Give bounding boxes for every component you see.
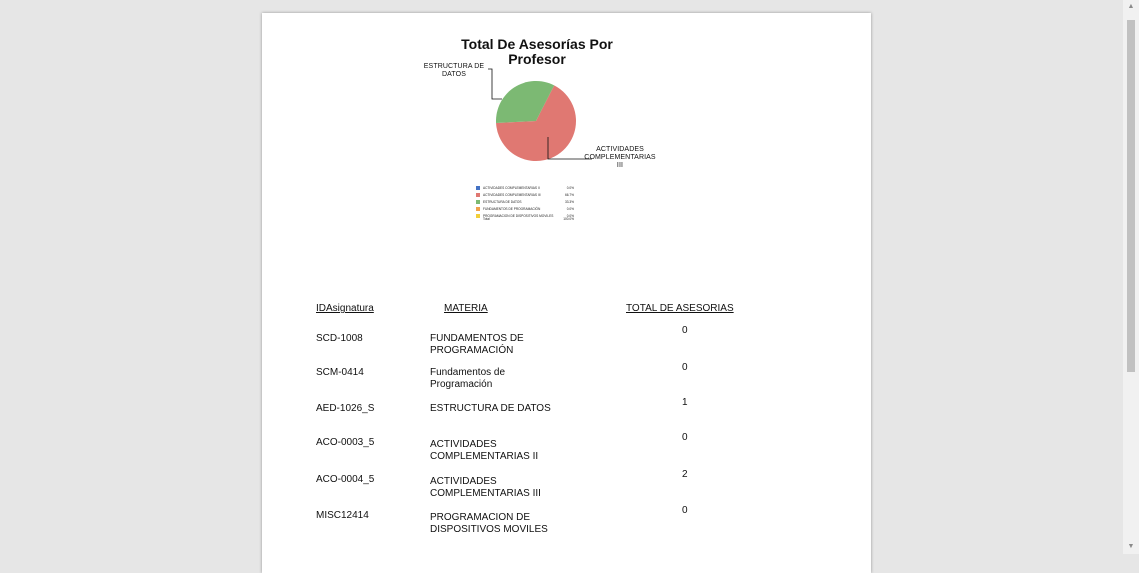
callout-estructura: ESTRUCTURA DE DATOS <box>420 63 488 79</box>
legend-total: Total 100.0% <box>476 217 582 223</box>
legend-label: ACTIVIDADES COMPLEMENTARIAS III <box>483 193 541 197</box>
scroll-down-arrow-icon[interactable]: ▼ <box>1123 540 1139 554</box>
cell-materia: FUNDAMENTOS DE PROGRAMACIÓN <box>430 333 560 357</box>
cell-idasignatura: MISC12414 <box>316 510 369 521</box>
cell-materia-line1: FUNDAMENTOS DE <box>430 333 524 344</box>
legend-percent: 33.3% <box>564 200 574 204</box>
cell-materia-line1: PROGRAMACION DE <box>430 512 531 523</box>
legend-label: ACTIVIDADES COMPLEMENTARIAS II <box>483 186 540 190</box>
callout-actividades-line3: III <box>616 162 624 169</box>
header-idasignatura: IDAsignatura <box>316 303 374 314</box>
cell-idasignatura: AED-1026_S <box>316 403 375 414</box>
callout-line-estructura <box>488 68 502 100</box>
cell-total: 0 <box>682 432 688 443</box>
cell-total: 1 <box>682 397 688 408</box>
cell-materia-line2: PROGRAMACIÓN <box>430 345 514 356</box>
cell-materia-line2: COMPLEMENTARIAS II <box>430 451 539 462</box>
cell-materia-line1: Fundamentos de Programación <box>430 367 506 390</box>
cell-materia: ESTRUCTURA DE DATOS <box>430 403 560 415</box>
report-page: Total De Asesorías Por Profesor ESTRUCTU… <box>262 13 871 573</box>
cell-total: 2 <box>682 469 688 480</box>
legend-swatch <box>476 200 480 204</box>
legend-label: FUNDAMENTOS DE PROGRAMACIÓN <box>483 207 541 211</box>
cell-materia-line1: ESTRUCTURA DE DATOS <box>430 403 551 414</box>
pie-chart <box>488 68 592 161</box>
legend-percent: 0.0% <box>566 186 574 190</box>
legend-item: ESTRUCTURA DE DATOS 33.3% <box>476 199 582 206</box>
scrollbar-thumb[interactable] <box>1127 20 1135 372</box>
cell-total: 0 <box>682 362 688 373</box>
callout-actividades-line1: ACTIVIDADES <box>596 146 644 153</box>
cell-total: 0 <box>682 325 688 336</box>
legend-swatch <box>476 207 480 211</box>
cell-materia-line2: COMPLEMENTARIAS III <box>430 488 541 499</box>
cell-total: 0 <box>682 505 688 516</box>
scroll-up-arrow-icon[interactable]: ▲ <box>1123 0 1139 14</box>
legend-swatch <box>476 186 480 190</box>
cell-materia-line1: ACTIVIDADES <box>430 439 497 450</box>
header-total-asesorias: TOTAL DE ASESORIAS <box>626 303 734 314</box>
cell-idasignatura: SCM-0414 <box>316 367 364 378</box>
header-materia: MATERIA <box>444 303 488 314</box>
cell-materia: ACTIVIDADES COMPLEMENTARIAS II <box>430 439 560 463</box>
cell-materia: PROGRAMACION DE DISPOSITIVOS MOVILES <box>430 512 560 536</box>
legend-percent: 0.0% <box>566 207 574 211</box>
cell-idasignatura: SCD-1008 <box>316 333 363 344</box>
cell-materia: Fundamentos de Programación <box>430 367 560 391</box>
cell-materia-line1: ACTIVIDADES <box>430 476 497 487</box>
callout-estructura-line1: ESTRUCTURA DE <box>423 63 485 70</box>
legend-total-label: Total <box>483 217 490 221</box>
legend-percent: 66.7% <box>564 193 574 197</box>
cell-materia-line2: DISPOSITIVOS MOVILES <box>430 524 548 535</box>
legend-item: ACTIVIDADES COMPLEMENTARIAS II 0.0% <box>476 185 582 192</box>
legend-label: ESTRUCTURA DE DATOS <box>483 200 522 204</box>
cell-materia: ACTIVIDADES COMPLEMENTARIAS III <box>430 476 560 500</box>
callout-actividades-line2: COMPLEMENTARIAS <box>584 154 656 161</box>
callout-estructura-line2: DATOS <box>442 71 466 78</box>
cell-idasignatura: ACO-0003_5 <box>316 437 375 448</box>
legend-item: FUNDAMENTOS DE PROGRAMACIÓN 0.0% <box>476 206 582 213</box>
vertical-scrollbar[interactable]: ▲ ▼ <box>1123 0 1139 554</box>
cell-idasignatura: ACO-0004_5 <box>316 474 375 485</box>
callout-actividades: ACTIVIDADES COMPLEMENTARIAS III <box>584 146 656 170</box>
legend-item: ACTIVIDADES COMPLEMENTARIAS III 66.7% <box>476 192 582 199</box>
legend-swatch <box>476 193 480 197</box>
chart-legend: ACTIVIDADES COMPLEMENTARIAS II 0.0% ACTIVI… <box>476 185 582 223</box>
legend-total-value: 100.0% <box>563 217 574 221</box>
